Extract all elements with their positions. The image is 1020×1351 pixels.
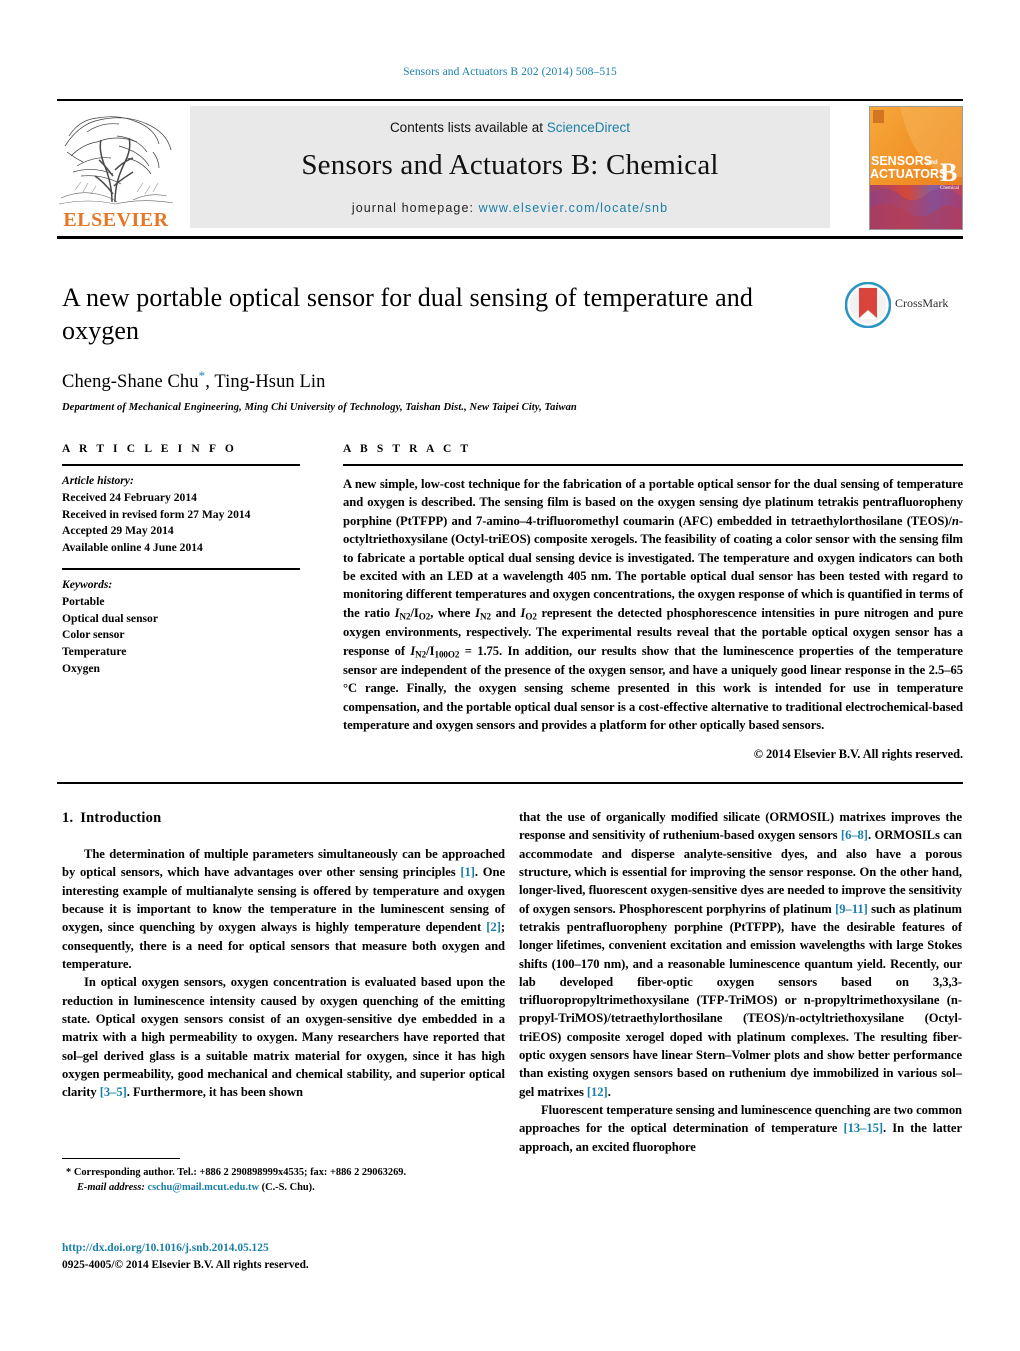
footnote-rule [62,1158,180,1159]
citation-ref[interactable]: [13–15] [843,1121,883,1135]
article-history-label: Article history: [62,474,134,487]
body-column-left: 1. Introduction The determination of mult… [62,808,505,1101]
email-label: E-mail address: [77,1181,145,1193]
citation-ref[interactable]: [1] [460,865,475,879]
keywords-block: Keywords: Portable Optical dual sensor C… [62,567,300,678]
intro-paragraph-3: that the use of organically modified sil… [519,810,962,1099]
ratio-2: IN2 [475,605,491,621]
contents-available-line: Contents lists available at ScienceDirec… [190,120,830,135]
journal-homepage-link[interactable]: www.elsevier.com/locate/snb [479,201,669,215]
email-link[interactable]: cschu@mail.mcut.edu.tw [147,1182,259,1193]
doi-block: http://dx.doi.org/10.1016/j.snb.2014.05.… [62,1240,505,1273]
crossmark-badge[interactable]: CrossMark [844,281,963,329]
keyword-item: Portable [62,594,105,608]
footnote-block: * Corresponding author. Tel.: +886 2 290… [62,1158,505,1196]
abstract-heading: A B S T R A C T [343,443,472,455]
keywords-label: Keywords: [62,577,113,591]
svg-text:ACTUATORS: ACTUATORS [870,167,947,181]
abstract-rule [343,464,963,466]
history-item: Accepted 29 May 2014 [62,524,174,538]
article-history: Article history: Received 24 February 20… [62,473,300,557]
svg-text:Chemical: Chemical [940,186,960,191]
abstract-text-2: -octyltriethoxysilane (Octyl-triEOS) com… [343,513,963,620]
doi-link[interactable]: http://dx.doi.org/10.1016/j.snb.2014.05.… [62,1242,269,1254]
footnote-corresponding-author: * Corresponding author. Tel.: +886 2 290… [66,1167,407,1178]
section-title: Introduction [80,810,162,826]
intro-paragraph-4: Fluorescent temperature sensing and lumi… [519,1103,963,1154]
ratio-3: IO2 [520,605,537,621]
history-item: Received 24 February 2014 [62,490,197,504]
journal-banner: Contents lists available at ScienceDirec… [190,106,830,228]
header-bottom-rule [57,236,963,239]
keyword-item: Temperature [62,645,127,659]
svg-text:SENSORS: SENSORS [871,154,932,168]
sciencedirect-link[interactable]: ScienceDirect [547,120,630,135]
intro-paragraph-1: The determination of multiple parameters… [62,847,505,971]
author-list: Cheng-Shane Chu*, Ting-Hsun Lin [62,368,822,393]
citation-ref[interactable]: [6–8] [841,828,868,842]
keyword-item: Optical dual sensor [62,611,158,625]
email-suffix: (C.-S. Chu). [259,1181,315,1193]
section-number: 1. [62,810,74,826]
homepage-prefix: journal homepage: [351,201,479,215]
article-info-rule [62,464,300,466]
history-item: Received in revised form 27 May 2014 [62,507,251,521]
elsevier-logo: ELSEVIER [57,106,175,231]
author-secondary: , Ting-Hsun Lin [205,371,326,392]
ratio-1: IN2/IO2 [394,605,431,621]
abstract-italic-n: n [951,513,959,528]
citation-ref[interactable]: [3–5] [100,1085,127,1099]
body-column-right: that the use of organically modified sil… [519,808,962,1156]
svg-text:and: and [927,160,938,166]
keyword-item: Color sensor [62,628,125,642]
journal-cover-thumbnail: SENSORS and ACTUATORS B Chemical [869,106,963,230]
svg-text:B: B [940,158,957,187]
title-block: A new portable optical sensor for dual s… [62,281,822,413]
footnote-star: * [66,1167,72,1178]
intro-paragraph-2: In optical oxygen sensors, oxygen concen… [62,975,505,1100]
citation-ref[interactable]: [12] [587,1085,608,1099]
abstract-copyright: © 2014 Elsevier B.V. All rights reserved… [753,746,963,761]
elsevier-tree-icon [58,116,174,205]
body-separator-rule [57,782,963,784]
abstract-section: A B S T R A C T A new simple, low-cost t… [343,443,963,763]
affiliation: Department of Mechanical Engineering, Mi… [62,401,577,413]
keyword-item: Oxygen [62,661,101,675]
issn-copyright-line: 0925-4005/© 2014 Elsevier B.V. All right… [62,1258,309,1271]
article-page: Sensors and Actuators B 202 (2014) 508–5… [0,0,1020,1351]
article-info-section: A R T I C L E I N F O Article history: R… [62,443,300,678]
contents-prefix: Contents lists available at [389,120,547,135]
abstract-text-3: , where [430,605,476,620]
journal-homepage-line: journal homepage: www.elsevier.com/locat… [190,201,830,215]
history-item: Available online 4 June 2014 [62,541,203,555]
citation-ref[interactable]: [2] [486,920,501,934]
page-title: A new portable optical sensor for dual s… [62,283,753,346]
article-info-heading: A R T I C L E I N F O [62,443,237,455]
running-head: Sensors and Actuators B 202 (2014) 508–5… [403,66,617,78]
footnote-email-line: E-mail address: cschu@mail.mcut.edu.tw (… [62,1181,505,1196]
crossmark-label: CrossMark [895,296,949,310]
abstract-body: A new simple, low-cost technique for the… [343,475,963,763]
author-primary: Cheng-Shane Chu [62,371,199,392]
journal-title: Sensors and Actuators B: Chemical [301,149,719,181]
abstract-text-1: A new simple, low-cost technique for the… [343,477,963,528]
ratio-4: IN2/I100O2 = 1.75 [410,643,500,659]
elsevier-wordmark: ELSEVIER [63,209,169,231]
section-heading-introduction: 1. Introduction [62,808,505,829]
citation-ref[interactable]: [9–11] [835,902,868,916]
abstract-text-4: and [490,605,521,620]
crossmark-icon [844,281,892,329]
journal-header: ELSEVIER Contents lists available at Sci… [57,99,963,231]
